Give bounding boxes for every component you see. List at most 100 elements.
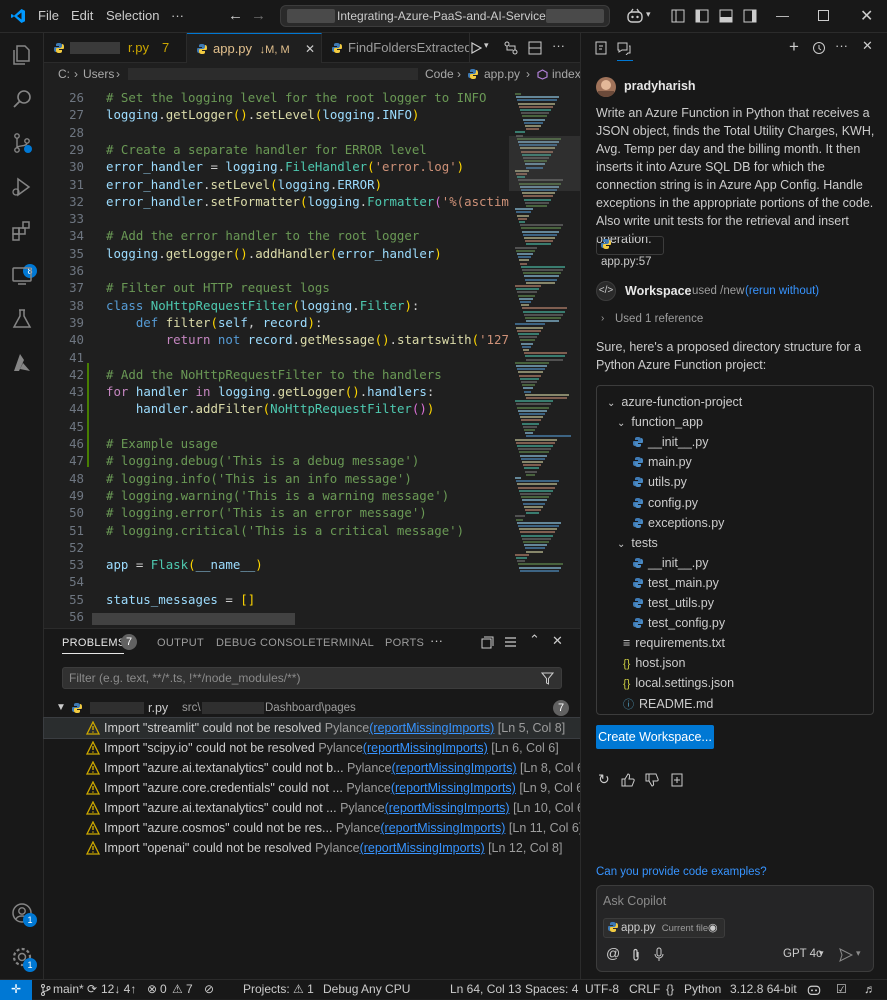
run-debug-icon[interactable]	[8, 173, 36, 201]
forward-arrow-icon[interactable]: →	[251, 7, 266, 24]
tab-output[interactable]: OUTPUT	[157, 637, 204, 649]
debug-config[interactable]: Debug Any CPU	[323, 980, 410, 999]
problem-row[interactable]: Import "openai" could not be resolved Py…	[44, 838, 580, 858]
microphone-icon[interactable]	[653, 947, 665, 962]
chat-history-edit-icon[interactable]	[594, 41, 608, 55]
code-line[interactable]: 40 return not record.getMessage().starts…	[44, 331, 509, 348]
code-line[interactable]: 45	[44, 418, 509, 435]
close-chat-icon[interactable]: ✕	[862, 38, 873, 54]
split-editor-icon[interactable]	[528, 41, 542, 55]
create-workspace-button[interactable]: Create Workspace...	[596, 725, 714, 749]
mention-icon[interactable]: @	[606, 945, 620, 961]
encoding[interactable]: UTF-8	[585, 980, 619, 999]
code-line[interactable]: 37 # Filter out HTTP request logs	[44, 279, 509, 296]
problem-row[interactable]: Import "azure.ai.textanalytics" could no…	[44, 758, 587, 778]
cursor-position[interactable]: Ln 64, Col 13	[450, 980, 521, 999]
code-line[interactable]: 32 error_handler.setFormatter(logging.For…	[44, 193, 509, 210]
maximize-panel-icon[interactable]: ⌃	[529, 632, 540, 648]
suggested-followup-link[interactable]: Can you provide code examples?	[596, 866, 767, 878]
tab-ports[interactable]: PORTS	[385, 637, 424, 649]
more-actions-icon[interactable]: ···	[552, 38, 565, 53]
tree-item[interactable]: test_utils.py	[633, 593, 714, 613]
indentation[interactable]: Spaces: 4	[525, 980, 578, 999]
tree-item[interactable]: ≡ requirements.txt	[623, 633, 725, 653]
layout-secondary-sidebar-icon[interactable]	[743, 9, 757, 23]
code-line[interactable]: 46 # Example usage	[44, 435, 509, 452]
problem-rule-link[interactable]: (reportMissingImports)	[369, 721, 494, 735]
attach-icon[interactable]	[630, 948, 642, 962]
vscode-logo-icon[interactable]	[10, 8, 26, 24]
send-icon[interactable]	[839, 948, 853, 962]
code-line[interactable]: 43 for handler in logging.getLogger().han…	[44, 383, 509, 400]
chevron-right-icon[interactable]: ›	[601, 313, 604, 324]
reference-chip[interactable]: app.py:57	[596, 236, 664, 268]
code-line[interactable]: 49 # logging.warning('This is a warning m…	[44, 487, 509, 504]
thumbs-down-icon[interactable]	[645, 773, 659, 787]
sync-icon[interactable]: ⟳	[87, 980, 97, 999]
tree-item[interactable]: test_main.py	[633, 573, 719, 593]
more-panel-tabs-icon[interactable]: ···	[430, 633, 443, 648]
breadcrumb-symbol[interactable]: index	[552, 63, 580, 85]
collapse-all-icon[interactable]	[481, 636, 494, 649]
layout-sidebar-left-icon[interactable]	[695, 9, 709, 23]
problem-row[interactable]: Import "scipy.io" could not be resolved …	[44, 738, 580, 758]
extensions-icon[interactable]	[8, 217, 36, 245]
testing-icon[interactable]	[8, 305, 36, 333]
run-dropdown-icon[interactable]: ▾	[484, 40, 489, 51]
problem-rule-link[interactable]: (reportMissingImports)	[391, 781, 516, 795]
tree-item[interactable]: exceptions.py	[633, 513, 724, 533]
layout-sidebar-icon[interactable]	[671, 9, 685, 23]
problem-row[interactable]: Import "azure.core.credentials" could no…	[44, 778, 587, 798]
code-line[interactable]: 50 # logging.error('This is an error mess…	[44, 504, 509, 521]
python-interpreter[interactable]: 3.12.8 64-bit	[730, 980, 797, 999]
current-file-chip[interactable]: app.py Current file ◉	[603, 918, 725, 938]
remote-indicator-icon[interactable]: ✛	[0, 980, 32, 1000]
maximize-icon[interactable]	[818, 10, 829, 21]
tab-terminal[interactable]: TERMINAL	[316, 637, 374, 649]
code-line[interactable]: 34 # Add the error handler to the root lo…	[44, 227, 509, 244]
tab-r-py[interactable]: r.py 7	[44, 33, 187, 63]
error-icon[interactable]: ⊗	[147, 980, 157, 999]
menu-selection[interactable]: Selection	[106, 8, 159, 23]
tree-item[interactable]: utils.py	[633, 472, 687, 492]
code-line[interactable]: 28	[44, 124, 509, 141]
close-tab-icon[interactable]: ✕	[305, 34, 315, 63]
code-line[interactable]: 39 def filter(self, record):	[44, 314, 509, 331]
tab-app-py[interactable]: app.py ↓M, M ✕	[187, 33, 322, 63]
eye-icon[interactable]: ◉	[708, 919, 718, 937]
new-chat-icon[interactable]: +	[789, 37, 799, 57]
line-endings[interactable]: CRLF	[629, 980, 660, 999]
source-control-icon[interactable]	[8, 129, 36, 157]
retry-icon[interactable]: ↻	[598, 771, 610, 788]
language-mode[interactable]: Python	[684, 980, 721, 999]
code-line[interactable]: 30 error_handler = logging.FileHandler('e…	[44, 158, 509, 175]
problems-file-row[interactable]: ▼ r.py src\ Dashboard\pages 7	[44, 698, 580, 718]
problem-row[interactable]: Import "streamlit" could not be resolved…	[43, 717, 581, 739]
code-line[interactable]: 31 error_handler.setLevel(logging.ERROR)	[44, 176, 509, 193]
insert-into-new-file-icon[interactable]	[670, 773, 684, 787]
tree-item[interactable]: {} local.settings.json	[623, 673, 734, 693]
tab-findfolders[interactable]: FindFoldersExtractedI	[322, 33, 470, 63]
code-line[interactable]: 36	[44, 262, 509, 279]
search-icon[interactable]	[8, 85, 36, 113]
breadcrumb-code[interactable]: Code	[425, 63, 454, 85]
tab-problems[interactable]: PROBLEMS	[62, 637, 126, 649]
code-line[interactable]: 26 # Set the logging level for the root l…	[44, 89, 509, 106]
problem-rule-link[interactable]: (reportMissingImports)	[380, 821, 505, 835]
warning-icon[interactable]: ⚠	[172, 980, 183, 999]
close-panel-icon[interactable]: ✕	[552, 633, 563, 649]
used-references-toggle[interactable]: Used 1 reference	[615, 313, 703, 325]
minimize-icon[interactable]: —	[776, 8, 789, 23]
tree-item[interactable]: ⓘ README.md	[623, 694, 713, 714]
warning-count[interactable]: 7	[186, 980, 193, 999]
copilot-icon[interactable]	[626, 8, 644, 24]
tree-item[interactable]: __init__.py	[633, 553, 708, 573]
code-editor[interactable]: 26 # Set the logging level for the root l…	[44, 87, 509, 628]
remote-explorer-icon[interactable]	[8, 261, 36, 289]
copilot-status-icon[interactable]	[806, 983, 822, 996]
problem-rule-link[interactable]: (reportMissingImports)	[360, 841, 485, 855]
code-line[interactable]: 38 class NoHttpRequestFilter(logging.Filt…	[44, 297, 509, 314]
breadcrumb-root[interactable]: C:	[58, 63, 70, 85]
rerun-without-link[interactable]: (rerun without)	[745, 285, 819, 297]
code-line[interactable]: 55 status_messages = []	[44, 591, 509, 608]
